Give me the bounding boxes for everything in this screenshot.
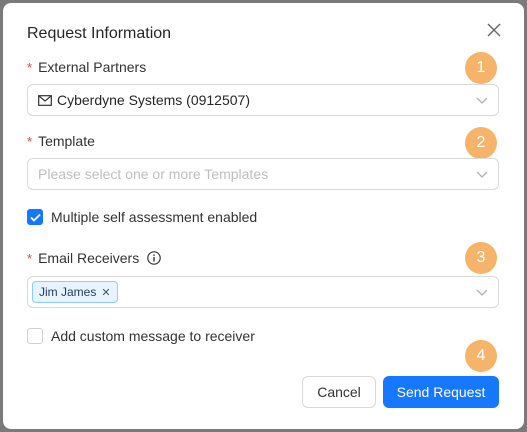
chevron-down-icon: [476, 171, 488, 178]
receiver-tag-label: Jim James: [39, 285, 97, 299]
dialog-title: Request Information: [27, 25, 172, 42]
required-mark: *: [27, 134, 33, 149]
required-mark: *: [27, 60, 33, 75]
required-mark: *: [27, 251, 33, 266]
external-partners-select[interactable]: Cyberdyne Systems (0912507): [27, 84, 499, 116]
checkmark-icon: [29, 213, 41, 222]
step-badge-3: 3: [465, 242, 497, 274]
close-icon[interactable]: [485, 21, 503, 39]
external-partners-value: Cyberdyne Systems (0912507): [57, 92, 250, 108]
template-label: * Template: [27, 133, 95, 149]
step-badge-2: 2: [465, 127, 497, 159]
info-icon[interactable]: [147, 251, 161, 265]
send-request-button[interactable]: Send Request: [383, 376, 499, 408]
step-badge-4: 4: [465, 340, 497, 372]
multiple-self-assessment-row[interactable]: Multiple self assessment enabled: [27, 209, 257, 225]
template-placeholder: Please select one or more Templates: [38, 166, 269, 182]
custom-message-row[interactable]: Add custom message to receiver: [27, 328, 255, 344]
step-badge-1: 1: [465, 52, 497, 84]
chevron-down-icon: [476, 97, 488, 104]
email-receivers-select[interactable]: Jim James ✕: [27, 276, 499, 308]
receiver-tag: Jim James ✕: [32, 281, 118, 303]
cancel-button[interactable]: Cancel: [302, 376, 376, 408]
custom-message-checkbox[interactable]: [27, 328, 43, 344]
multiple-self-assessment-label: Multiple self assessment enabled: [51, 209, 258, 225]
mail-icon: [38, 94, 52, 106]
template-select[interactable]: Please select one or more Templates: [27, 158, 499, 190]
chevron-down-icon: [476, 289, 488, 296]
email-receivers-label: * Email Receivers: [27, 250, 161, 266]
multiple-self-assessment-checkbox[interactable]: [27, 209, 43, 225]
remove-tag-icon[interactable]: ✕: [101, 286, 110, 299]
external-partners-label: * External Partners: [27, 59, 147, 75]
custom-message-label: Add custom message to receiver: [51, 328, 255, 344]
request-information-dialog: Request Information * External Partners 1…: [3, 3, 524, 429]
